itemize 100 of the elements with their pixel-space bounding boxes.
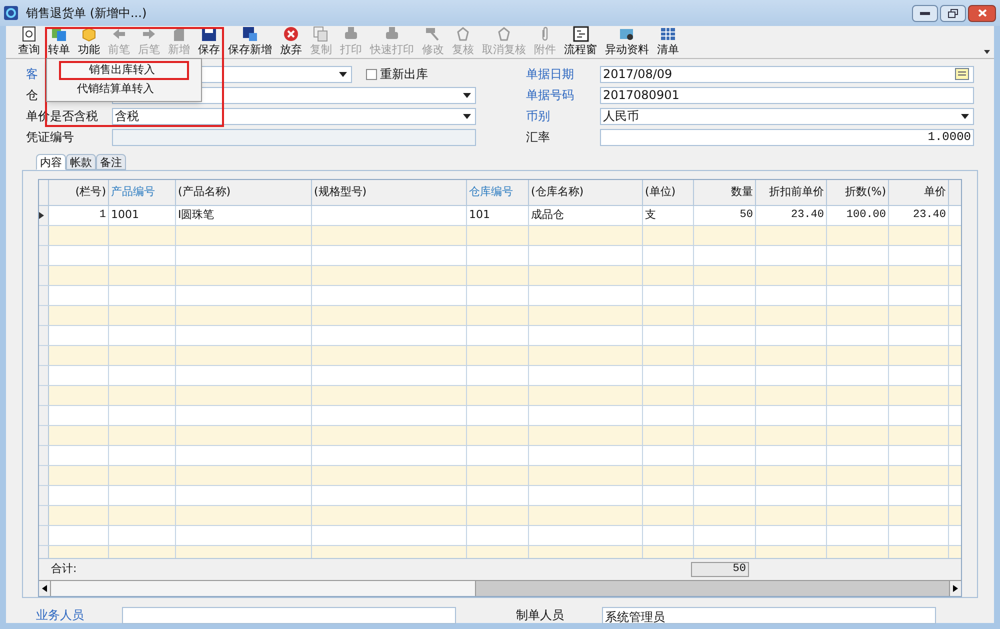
- table-row[interactable]: [39, 346, 961, 366]
- checkbox-label: 重新出库: [380, 66, 428, 83]
- minimize-icon: [920, 12, 930, 14]
- toolbar-button[interactable]: 流程窗: [560, 26, 601, 58]
- toolbar-button[interactable]: 转单: [44, 26, 74, 58]
- row-header-cell[interactable]: [39, 286, 49, 305]
- input-field[interactable]: 系统管理员: [602, 606, 936, 624]
- field-label: 制单人员: [516, 608, 564, 622]
- toolbar-button[interactable]: 清单: [653, 26, 683, 58]
- dropdown-field[interactable]: 人民币: [600, 108, 974, 124]
- table-cell-text: 支: [645, 207, 656, 224]
- field-label: 客: [26, 67, 38, 81]
- table-row[interactable]: 1 1001 I圆珠笔 101 成品仓 支 50 23.40 100.00 23.40: [39, 206, 961, 226]
- horizontal-scrollbar[interactable]: [39, 580, 961, 596]
- menu-item[interactable]: 销售出库转入: [59, 61, 189, 80]
- tab[interactable]: 内容: [36, 154, 66, 170]
- table-row[interactable]: [39, 266, 961, 286]
- document-icon: [21, 26, 37, 42]
- input-field[interactable]: [122, 606, 456, 624]
- restore-button[interactable]: [940, 4, 966, 22]
- dropdown-arrow-icon[interactable]: [339, 72, 347, 76]
- dropdown-arrow-icon[interactable]: [961, 114, 969, 118]
- tab[interactable]: 帐款: [66, 154, 96, 170]
- column-header[interactable]: 数量: [694, 180, 756, 205]
- table-row[interactable]: [39, 526, 961, 546]
- toolbar-button[interactable]: 保存: [194, 26, 224, 58]
- scroll-right-icon[interactable]: [953, 585, 958, 592]
- row-header-cell[interactable]: [39, 366, 49, 385]
- row-header-cell[interactable]: [39, 266, 49, 285]
- input-field[interactable]: 2017/08/09: [600, 66, 974, 82]
- checkbox[interactable]: [366, 68, 377, 80]
- table-cell-text: 1001: [111, 207, 139, 224]
- minimize-button[interactable]: [912, 4, 938, 22]
- table-row[interactable]: [39, 286, 961, 306]
- close-button[interactable]: [968, 4, 996, 22]
- column-header[interactable]: 单价: [889, 180, 949, 205]
- table-row[interactable]: [39, 466, 961, 486]
- table-row[interactable]: [39, 406, 961, 426]
- scroll-left-icon[interactable]: [42, 585, 47, 592]
- arrow-left-icon: [111, 26, 127, 42]
- table-row[interactable]: [39, 246, 961, 266]
- column-header[interactable]: 仓库编号: [467, 180, 529, 205]
- column-header[interactable]: (栏号): [49, 180, 109, 205]
- menu-item[interactable]: 代销结算单转入: [47, 80, 201, 99]
- field-label: 单据号码: [526, 88, 574, 102]
- column-header[interactable]: (仓库名称): [529, 180, 643, 205]
- row-header-cell[interactable]: [39, 446, 49, 465]
- tab[interactable]: 备注: [96, 154, 126, 170]
- row-header-cell[interactable]: [39, 206, 49, 225]
- row-header-cell[interactable]: [39, 326, 49, 345]
- row-header-cell[interactable]: [39, 246, 49, 265]
- row-header-cell[interactable]: [39, 486, 49, 505]
- input-field[interactable]: 2017080901: [600, 86, 974, 104]
- column-header[interactable]: 产品编号: [109, 180, 176, 205]
- row-header-cell[interactable]: [39, 306, 49, 325]
- row-header-cell[interactable]: [39, 506, 49, 525]
- close-icon: [978, 9, 986, 17]
- app-logo-icon: [4, 6, 18, 20]
- table-row[interactable]: [39, 386, 961, 406]
- printer-icon: [343, 26, 359, 42]
- column-header[interactable]: (单位): [643, 180, 694, 205]
- row-header-cell[interactable]: [39, 426, 49, 445]
- stamp-icon: [496, 26, 512, 42]
- dropdown-arrow-icon[interactable]: [463, 92, 471, 98]
- toolbar-button[interactable]: 异动资料: [601, 26, 653, 58]
- table-row[interactable]: [39, 506, 961, 526]
- toolbar-button[interactable]: 功能: [74, 26, 104, 58]
- column-header[interactable]: 折数(%): [827, 180, 889, 205]
- table-row[interactable]: [39, 366, 961, 386]
- dropdown-field[interactable]: 含税: [112, 108, 476, 124]
- input-field[interactable]: 1.0000: [600, 128, 974, 146]
- window-title: 销售退货单 (新增中...): [26, 5, 147, 22]
- column-header[interactable]: (产品名称): [176, 180, 312, 205]
- row-header-cell[interactable]: [39, 526, 49, 545]
- row-header-cell[interactable]: [39, 466, 49, 485]
- row-header-cell[interactable]: [39, 406, 49, 425]
- toolbar-button[interactable]: 保存新增: [224, 26, 276, 58]
- dropdown-arrow-icon[interactable]: [463, 114, 471, 118]
- toolbar-button[interactable]: 查询: [14, 26, 44, 58]
- row-header-cell[interactable]: [39, 386, 49, 405]
- column-header[interactable]: 折扣前单价: [756, 180, 827, 205]
- copy-icon: [313, 26, 329, 42]
- field-label: 凭证编号: [26, 130, 74, 144]
- table-row[interactable]: [39, 326, 961, 346]
- table-row[interactable]: [39, 426, 961, 446]
- overflow-arrow-icon[interactable]: [984, 50, 990, 54]
- table-row[interactable]: [39, 486, 961, 506]
- restore-icon: [948, 8, 958, 18]
- flowchart-icon: [572, 26, 588, 42]
- table-row[interactable]: [39, 446, 961, 466]
- calendar-icon[interactable]: [955, 68, 969, 80]
- input-field[interactable]: [112, 128, 476, 146]
- cancel-icon: [283, 26, 299, 42]
- grid-icon: [660, 26, 676, 42]
- table-row[interactable]: [39, 306, 961, 326]
- table-cell-text: 23.40: [790, 208, 824, 224]
- toolbar-button[interactable]: 放弃: [276, 26, 306, 58]
- column-header[interactable]: (规格型号): [312, 180, 467, 205]
- row-header-cell[interactable]: [39, 346, 49, 365]
- row-header-cell[interactable]: [39, 226, 49, 245]
